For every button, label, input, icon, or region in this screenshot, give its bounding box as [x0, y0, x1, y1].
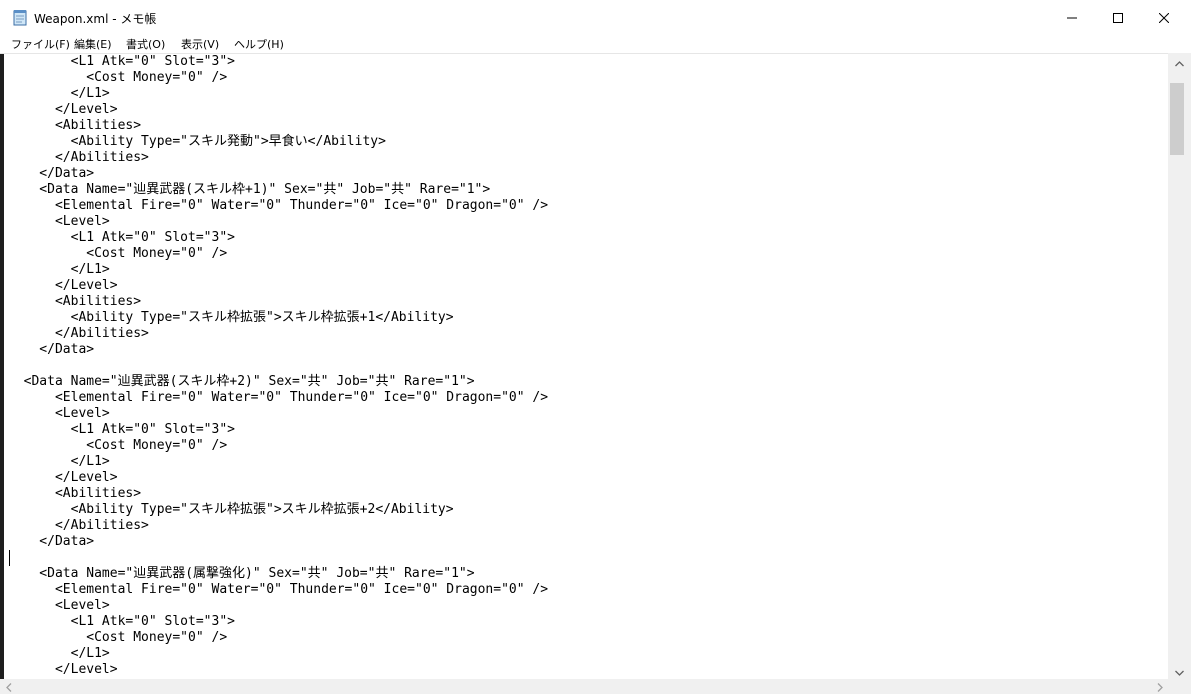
text-line[interactable]: <L1 Atk="0" Slot="3">: [8, 614, 1168, 630]
text-line[interactable]: </Level>: [8, 470, 1168, 486]
text-line[interactable]: </Level>: [8, 102, 1168, 118]
vertical-scrollbar[interactable]: [1168, 53, 1191, 679]
notepad-window: Weapon.xml - メモ帳 ファイル(F) 編集(E) 書式(O) 表示(…: [0, 0, 1191, 694]
close-button[interactable]: [1141, 0, 1187, 35]
text-line[interactable]: </Level>: [8, 278, 1168, 294]
menu-edit[interactable]: 編集(E): [74, 36, 112, 52]
menu-view[interactable]: 表示(V): [181, 36, 219, 52]
maximize-button[interactable]: [1095, 0, 1141, 35]
menu-help[interactable]: ヘルプ(H): [234, 36, 284, 52]
title-bar[interactable]: Weapon.xml - メモ帳: [0, 0, 1191, 35]
scroll-left-button[interactable]: [0, 679, 17, 694]
text-line[interactable]: </Level>: [8, 662, 1168, 678]
text-line[interactable]: </Abilities>: [8, 150, 1168, 166]
text-line[interactable]: </Data>: [8, 166, 1168, 182]
text-line[interactable]: <L1 Atk="0" Slot="3">: [8, 54, 1168, 70]
scroll-down-button[interactable]: [1168, 662, 1191, 679]
maximize-icon: [1113, 8, 1123, 27]
text-editor[interactable]: <L1 Atk="0" Slot="3"> <Cost Money="0" />…: [0, 53, 1168, 680]
horizontal-scrollbar[interactable]: [0, 679, 1168, 694]
chevron-up-icon: [1175, 52, 1184, 71]
vertical-scroll-thumb[interactable]: [1170, 83, 1184, 155]
close-icon: [1158, 8, 1170, 27]
scroll-up-button[interactable]: [1168, 53, 1191, 70]
text-line[interactable]: </L1>: [8, 646, 1168, 662]
text-line[interactable]: <Elemental Fire="0" Water="0" Thunder="0…: [8, 198, 1168, 214]
text-line[interactable]: <Abilities>: [8, 486, 1168, 502]
left-edge: [0, 54, 4, 680]
text-line[interactable]: <L1 Atk="0" Slot="3">: [8, 230, 1168, 246]
text-line[interactable]: </L1>: [8, 262, 1168, 278]
text-line[interactable]: <Data Name="辿異武器(スキル枠+2)" Sex="共" Job="共…: [8, 374, 1168, 390]
text-line[interactable]: <Cost Money="0" />: [8, 438, 1168, 454]
scrollbar-corner: [1168, 679, 1191, 694]
menu-format[interactable]: 書式(O): [126, 36, 165, 52]
text-line[interactable]: <Data Name="辿異武器(スキル枠+1)" Sex="共" Job="共…: [8, 182, 1168, 198]
text-line[interactable]: <Cost Money="0" />: [8, 246, 1168, 262]
text-line[interactable]: <Elemental Fire="0" Water="0" Thunder="0…: [8, 390, 1168, 406]
text-line[interactable]: </Abilities>: [8, 518, 1168, 534]
text-line[interactable]: <Cost Money="0" />: [8, 630, 1168, 646]
text-line[interactable]: <Ability Type="スキル発動">早食い</Ability>: [8, 134, 1168, 150]
text-line[interactable]: <Abilities>: [8, 294, 1168, 310]
text-line[interactable]: <Ability Type="スキル枠拡張">スキル枠拡張+1</Ability…: [8, 310, 1168, 326]
text-line[interactable]: </Data>: [8, 342, 1168, 358]
text-line[interactable]: </L1>: [8, 86, 1168, 102]
scroll-right-button[interactable]: [1151, 679, 1168, 694]
chevron-left-icon: [5, 677, 12, 694]
notepad-icon: [13, 9, 27, 26]
text-line[interactable]: <L1 Atk="0" Slot="3">: [8, 422, 1168, 438]
text-line[interactable]: <Level>: [8, 214, 1168, 230]
chevron-down-icon: [1175, 661, 1184, 680]
menu-file[interactable]: ファイル(F): [11, 36, 70, 52]
text-line[interactable]: <Level>: [8, 598, 1168, 614]
window-title: Weapon.xml - メモ帳: [34, 12, 157, 26]
minimize-button[interactable]: [1049, 0, 1095, 35]
text-caret: [9, 550, 10, 566]
menu-bar: ファイル(F) 編集(E) 書式(O) 表示(V) ヘルプ(H): [0, 35, 1191, 53]
text-line[interactable]: <Level>: [8, 406, 1168, 422]
text-line[interactable]: </Abilities>: [8, 326, 1168, 342]
chevron-right-icon: [1157, 677, 1163, 694]
text-line[interactable]: [8, 550, 1168, 566]
minimize-icon: [1067, 8, 1077, 27]
text-line[interactable]: [8, 358, 1168, 374]
text-line[interactable]: </Data>: [8, 534, 1168, 550]
text-line[interactable]: <Abilities>: [8, 118, 1168, 134]
text-line[interactable]: <Elemental Fire="0" Water="0" Thunder="0…: [8, 582, 1168, 598]
text-line[interactable]: <Ability Type="スキル枠拡張">スキル枠拡張+2</Ability…: [8, 502, 1168, 518]
text-line[interactable]: <Cost Money="0" />: [8, 70, 1168, 86]
text-line[interactable]: <Data Name="辿異武器(属撃強化)" Sex="共" Job="共" …: [8, 566, 1168, 582]
text-line[interactable]: </L1>: [8, 454, 1168, 470]
text-content[interactable]: <L1 Atk="0" Slot="3"> <Cost Money="0" />…: [8, 54, 1168, 680]
